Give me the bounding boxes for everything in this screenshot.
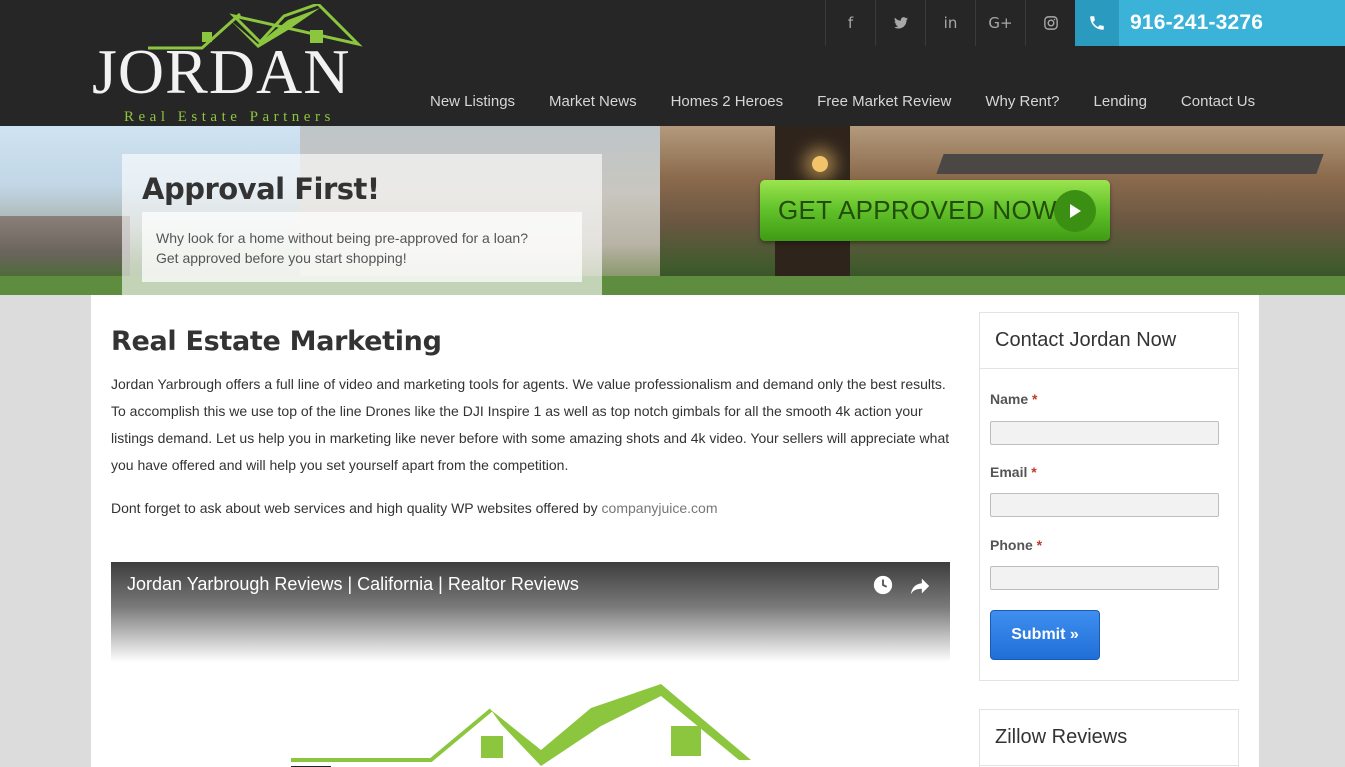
zillow-widget: Zillow Reviews [979,709,1239,767]
contact-widget: Contact Jordan Now Name * Email * Phone … [979,312,1239,681]
nav-why-rent[interactable]: Why Rent? [968,92,1076,112]
video-title[interactable]: Jordan Yarbrough Reviews | California | … [127,574,579,595]
main-nav: New Listings Market News Homes 2 Heroes … [413,92,1272,112]
web-services-text: Dont forget to ask about web services an… [111,500,602,516]
logo-wordmark: JORDAN [92,36,351,107]
approval-title: Approval First! [142,172,380,206]
companyjuice-link[interactable]: companyjuice.com [602,500,718,516]
name-label-text: Name [990,391,1029,407]
watch-later-icon[interactable] [872,574,894,596]
logo-tagline: Real Estate Partners [124,109,335,125]
page-title: Real Estate Marketing [111,326,442,357]
video-player[interactable]: Jordan Yarbrough Reviews | California | … [111,562,950,767]
nav-free-market-review[interactable]: Free Market Review [800,92,968,112]
web-services-paragraph: Dont forget to ask about web services an… [111,500,717,516]
email-input[interactable] [990,493,1219,517]
phone-label-text: Phone [990,537,1033,553]
email-label-text: Email [990,464,1028,480]
email-label: Email * [990,464,1037,480]
nav-homes-2-heroes[interactable]: Homes 2 Heroes [654,92,801,112]
phone-number[interactable]: 916-241-3276 [1130,11,1263,35]
submit-button[interactable]: Submit » [990,610,1100,660]
share-icon[interactable] [909,575,931,597]
video-title-bar: Jordan Yarbrough Reviews | California | … [111,562,950,662]
nav-new-listings[interactable]: New Listings [413,92,532,112]
facebook-icon[interactable]: f [825,0,875,46]
phone-icon [1075,0,1119,46]
nav-market-news[interactable]: Market News [532,92,654,112]
play-icon [1054,190,1096,232]
hero-chandelier-light [812,156,828,172]
intro-paragraph: Jordan Yarbrough offers a full line of v… [111,376,950,473]
linkedin-icon[interactable]: in [925,0,975,46]
nav-lending[interactable]: Lending [1077,92,1164,112]
hero-background-houses [0,216,130,276]
approval-subtitle: Why look for a home without being pre-ap… [142,212,582,282]
approval-subtitle-line-1: Why look for a home without being pre-ap… [156,230,528,246]
video-thumbnail-logo [291,684,751,767]
approval-callout: Approval First! Why look for a home with… [122,154,602,295]
name-label: Name * [990,391,1037,407]
required-mark: * [1036,537,1043,553]
get-approved-button[interactable]: GET APPROVED NOW [760,180,1110,241]
twitter-icon[interactable] [875,0,925,46]
phone-label: Phone * [990,537,1042,553]
name-input[interactable] [990,421,1219,445]
phone-contact[interactable]: 916-241-3276 [1075,0,1345,46]
required-mark: * [1032,391,1038,407]
nav-contact-us[interactable]: Contact Us [1164,92,1272,112]
contact-widget-title: Contact Jordan Now [980,313,1238,369]
social-links: f in G+ [825,0,1075,46]
phone-input[interactable] [990,566,1219,590]
hero-banner: Approval First! Why look for a home with… [0,126,1345,295]
site-header: JORDAN Real Estate Partners f in G+ 916-… [0,0,1345,126]
main-content: Real Estate Marketing Jordan Yarbrough o… [91,295,1259,767]
google-plus-icon[interactable]: G+ [975,0,1025,46]
zillow-widget-title: Zillow Reviews [980,710,1238,766]
get-approved-label: GET APPROVED NOW [778,195,1057,225]
instagram-icon[interactable] [1025,0,1075,46]
site-logo[interactable]: JORDAN Real Estate Partners [88,4,378,126]
approval-subtitle-line-2: Get approved before you start shopping! [156,250,407,266]
hero-roof-shape [936,154,1324,174]
required-mark: * [1031,464,1037,480]
